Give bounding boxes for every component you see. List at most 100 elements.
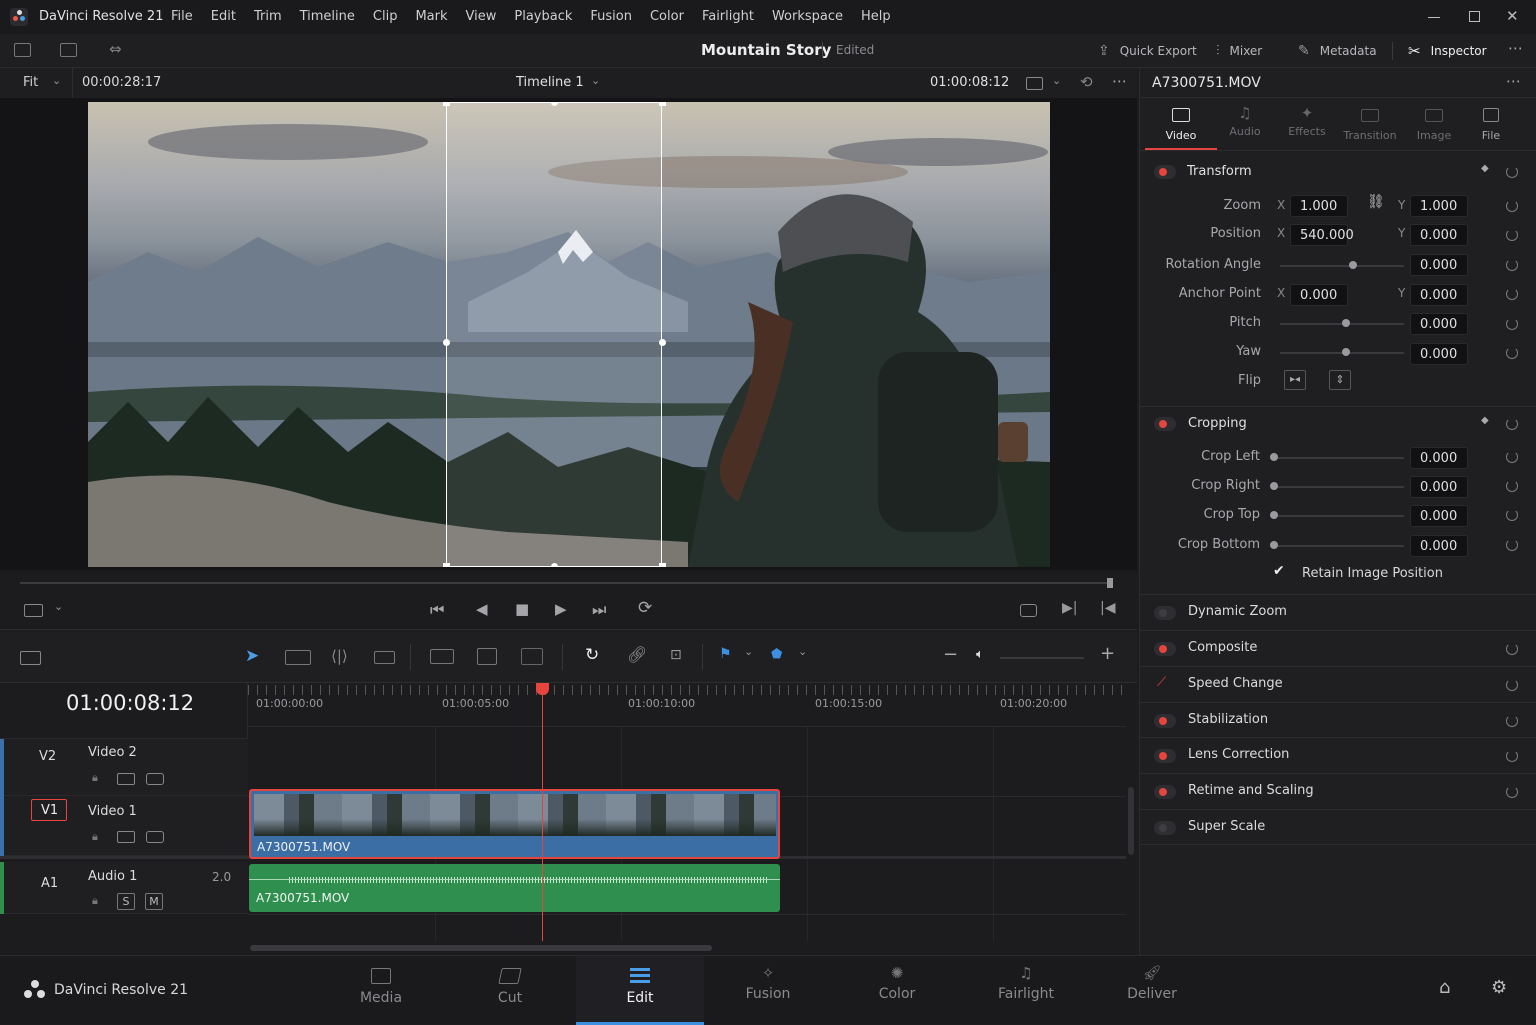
zoom-x-field[interactable]: 1.000 (1290, 195, 1348, 217)
lock-icon[interactable]: 🔒︎ (92, 771, 98, 785)
reset-icon[interactable] (1506, 786, 1518, 798)
crop-top-knob[interactable] (1270, 511, 1278, 519)
menu-color[interactable]: Color (650, 9, 684, 24)
reset-icon[interactable] (1506, 418, 1518, 430)
position-x-field[interactable]: 540.000 (1290, 224, 1354, 246)
rotation-slider-knob[interactable] (1349, 261, 1357, 269)
chevron-down-icon[interactable]: ⌄ (54, 600, 63, 613)
lock-icon[interactable]: 🔒︎ (92, 894, 98, 908)
mixer-button[interactable]: ⫶ Mixer (1216, 40, 1262, 62)
page-cut[interactable]: Cut (446, 956, 574, 1025)
trim-tool-icon[interactable] (285, 650, 311, 665)
lens-correction-toggle[interactable] (1154, 749, 1176, 763)
reset-icon[interactable] (1506, 259, 1518, 271)
menu-workspace[interactable]: Workspace (772, 9, 843, 24)
jump-to-start-icon[interactable]: ⏮ (430, 600, 444, 620)
yaw-field[interactable]: 0.000 (1410, 343, 1468, 365)
crop-left-field[interactable]: 0.000 (1410, 447, 1468, 469)
position-y-field[interactable]: 0.000 (1410, 224, 1468, 246)
menu-clip[interactable]: Clip (373, 9, 398, 24)
keyframe-icon[interactable]: ◆ (1481, 163, 1489, 174)
section-speed-change[interactable]: ⟋ Speed Change (1140, 666, 1536, 702)
menu-view[interactable]: View (466, 9, 497, 24)
section-stabilization[interactable]: Stabilization (1140, 702, 1536, 738)
retain-image-checkbox[interactable]: ✔ (1273, 563, 1285, 579)
tab-file[interactable]: File (1456, 99, 1526, 151)
effects-library-icon[interactable] (60, 43, 77, 57)
chevron-down-icon[interactable]: ⌄ (52, 74, 61, 87)
crop-right-slider[interactable] (1274, 486, 1404, 488)
timeline-vertical-scrollbar[interactable] (1128, 787, 1134, 855)
reset-icon[interactable] (1506, 200, 1518, 212)
inspector-button[interactable]: ✂ Inspector (1408, 40, 1487, 62)
home-icon[interactable]: ⌂ (1439, 977, 1450, 998)
marker-icon[interactable]: ⬟ (771, 647, 782, 662)
previous-edit-icon[interactable]: |◀ (1100, 600, 1115, 616)
crop-bottom-field[interactable]: 0.000 (1410, 535, 1468, 557)
retime-scaling-toggle[interactable] (1154, 785, 1176, 799)
metadata-button[interactable]: ✎ Metadata (1298, 40, 1377, 62)
play-reverse-icon[interactable]: ◀ (476, 600, 488, 618)
section-lens-correction[interactable]: Lens Correction (1140, 737, 1536, 773)
chevron-down-icon[interactable]: ⌄ (1052, 74, 1061, 87)
settings-icon[interactable]: ⚙ (1491, 977, 1507, 998)
cropping-enable-toggle[interactable] (1154, 417, 1176, 431)
menu-fairlight[interactable]: Fairlight (702, 9, 754, 24)
video-frame[interactable] (88, 102, 1050, 567)
page-media[interactable]: Media (317, 956, 445, 1025)
stop-icon[interactable]: ■ (515, 600, 529, 618)
more-options-icon[interactable]: ⋯ (1506, 72, 1521, 90)
reset-icon[interactable] (1506, 679, 1518, 691)
flag-icon[interactable]: ⚑ (719, 646, 732, 662)
pitch-field[interactable]: 0.000 (1410, 313, 1468, 335)
page-fairlight[interactable]: ♫ Fairlight (962, 956, 1090, 1025)
crop-left-knob[interactable] (1270, 453, 1278, 461)
chevron-down-icon[interactable]: ⌄ (744, 645, 753, 658)
stabilization-toggle[interactable] (1154, 714, 1176, 728)
menu-file[interactable]: File (171, 9, 193, 24)
zoom-y-field[interactable]: 1.000 (1410, 195, 1468, 217)
menu-trim[interactable]: Trim (254, 9, 282, 24)
menu-help[interactable]: Help (861, 9, 891, 24)
timeline-view-options-icon[interactable] (20, 651, 41, 665)
more-options-icon[interactable]: ⋯ (1508, 39, 1523, 57)
reset-icon[interactable] (1506, 451, 1518, 463)
video-clip[interactable]: A7300751.MOV (249, 789, 780, 859)
tab-video[interactable]: Video (1145, 99, 1217, 151)
page-color[interactable]: ✺ Color (833, 956, 961, 1025)
timeline-horizontal-scrollbar[interactable] (250, 945, 712, 951)
yaw-slider-knob[interactable] (1342, 348, 1350, 356)
timeline-zoom-slider[interactable] (1000, 657, 1084, 659)
viewer-layout-icon[interactable] (24, 604, 43, 617)
transform-handle[interactable] (659, 339, 666, 346)
timeline-ruler[interactable]: 01:00:00:00 01:00:05:00 01:00:10:00 01:0… (248, 683, 1126, 727)
transform-handle[interactable] (443, 339, 450, 346)
play-icon[interactable]: ▶ (555, 600, 567, 618)
zoom-fit-select[interactable]: Fit (23, 75, 38, 90)
crop-left-slider[interactable] (1274, 457, 1404, 459)
reset-icon[interactable] (1506, 166, 1518, 178)
match-frame-icon[interactable] (1020, 604, 1037, 617)
auto-select-icon[interactable] (117, 831, 135, 843)
section-composite[interactable]: Composite (1140, 630, 1536, 666)
media-pool-icon[interactable] (14, 43, 31, 57)
link-icon[interactable]: ⛓︎ (1367, 194, 1385, 210)
replace-clip-icon[interactable] (521, 648, 543, 665)
track-destination-v1[interactable]: V1 (31, 799, 67, 821)
scrub-end-marker[interactable] (1107, 578, 1113, 588)
playhead[interactable] (542, 685, 543, 941)
rotation-field[interactable]: 0.000 (1410, 254, 1468, 276)
anchor-x-field[interactable]: 0.000 (1290, 284, 1348, 306)
transform-handle[interactable] (659, 102, 666, 106)
viewer-scrub-bar[interactable] (20, 582, 1112, 584)
edit-index-icon[interactable]: ⇔ (109, 40, 122, 58)
reset-icon[interactable] (1506, 643, 1518, 655)
crop-right-knob[interactable] (1270, 482, 1278, 490)
volume-icon[interactable]: 🔈︎ (976, 647, 984, 662)
linked-selection-icon[interactable]: 🔗︎ (627, 645, 647, 664)
lock-icon[interactable]: 🔒︎ (92, 830, 98, 844)
track-visibility-icon[interactable] (146, 773, 164, 785)
menu-timeline[interactable]: Timeline (300, 9, 355, 24)
menu-mark[interactable]: Mark (415, 9, 447, 24)
speed-change-icon[interactable]: ⟋ (1157, 675, 1166, 690)
